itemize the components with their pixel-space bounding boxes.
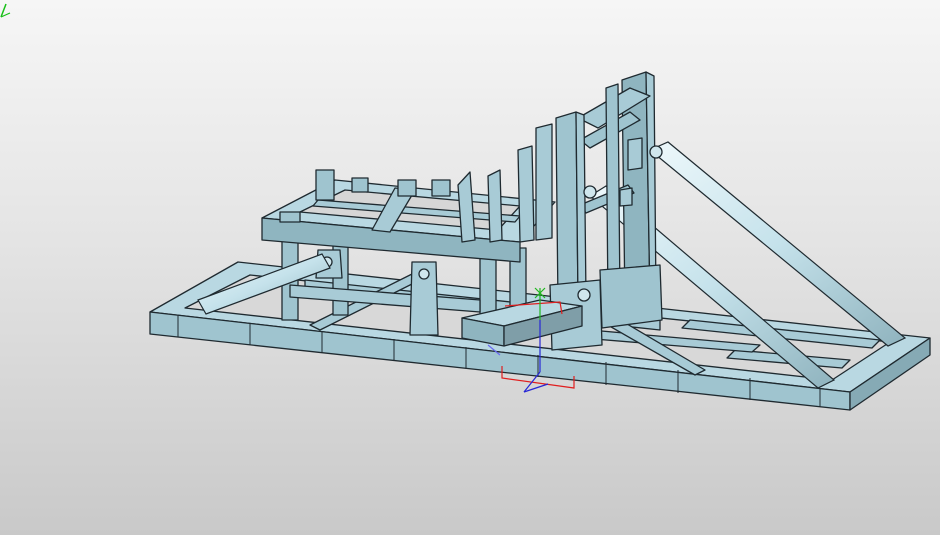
pin-icon bbox=[577, 288, 591, 302]
saddle-plate bbox=[535, 123, 553, 241]
deck-block bbox=[315, 169, 335, 201]
saddle-plate bbox=[517, 145, 535, 243]
mast-tab bbox=[619, 187, 633, 207]
saddle-plate bbox=[487, 169, 503, 243]
mast-tab bbox=[627, 137, 643, 171]
pin-icon bbox=[649, 145, 663, 159]
deck-block bbox=[431, 179, 451, 197]
mast-upright-front bbox=[555, 111, 579, 306]
mini-axis-icon bbox=[0, 3, 11, 18]
mast-base-bracket bbox=[599, 264, 663, 329]
3d-viewport[interactable] bbox=[0, 0, 940, 535]
deck-block bbox=[397, 179, 417, 197]
deck-block bbox=[351, 177, 369, 193]
mast-upright-front bbox=[575, 111, 587, 301]
deck-block bbox=[279, 211, 301, 223]
frame-model[interactable] bbox=[0, 0, 940, 535]
pin-icon bbox=[583, 185, 597, 199]
pin-icon bbox=[418, 268, 430, 280]
